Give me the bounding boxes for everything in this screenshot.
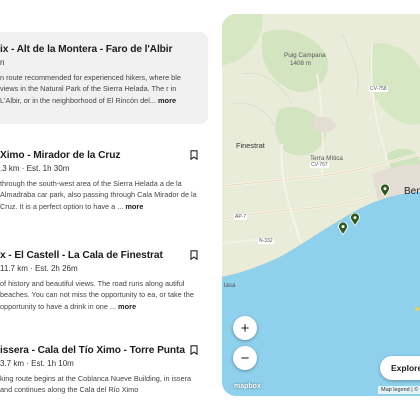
route-pin-icon[interactable] (338, 222, 348, 235)
map-label-n332: N-332 (258, 238, 274, 244)
zoom-out-button[interactable]: − (233, 346, 257, 370)
map-label-cv767: CV-767 (310, 162, 329, 168)
route-title[interactable]: ix - Alt de la Montera - Faro de l'Albir (0, 44, 198, 55)
route-pin-icon[interactable] (380, 184, 390, 197)
map-canvas[interactable] (222, 14, 420, 396)
route-description: n route recommended for experienced hike… (0, 72, 198, 106)
map-label-lasa: lasa (224, 282, 236, 289)
route-description-text: of history and beautiful views. The road… (0, 279, 194, 311)
route-title[interactable]: Ximo - Mirador de la Cruz (0, 150, 198, 161)
bookmark-icon[interactable] (190, 345, 198, 355)
map-label-finestrat: Finestrat (236, 141, 265, 150)
more-link[interactable]: more (118, 302, 136, 311)
more-link[interactable]: more (125, 202, 143, 211)
route-meta: .3 km · Est. 1h 30m (0, 164, 70, 173)
map-label-terra-mitica: Terra Mítica (310, 155, 343, 162)
map-label-benidorm: Ben (404, 186, 420, 197)
route-description-text: king route begins at the Coblanca Nueve … (0, 374, 192, 395)
route-card-3[interactable]: x - El Castell - La Cala de Finestrat 11… (0, 250, 208, 312)
route-card-1[interactable]: ix - Alt de la Montera - Faro de l'Albir… (0, 32, 208, 124)
route-meta: 3.7 km · Est. 1h 10m (0, 359, 74, 368)
zoom-in-button[interactable]: + (233, 316, 257, 340)
route-card-2[interactable]: Ximo - Mirador de la Cruz .3 km · Est. 1… (0, 150, 208, 212)
map-attribution[interactable]: Map legend | © Map (378, 386, 420, 394)
map-panel[interactable]: Puig Campana 1408 m Finestrat Terra Míti… (222, 14, 420, 396)
route-card-4[interactable]: issera - Cala del Tío Ximo - Torre Punta… (0, 345, 208, 396)
route-description: of history and beautiful views. The road… (0, 278, 198, 312)
bookmark-icon[interactable] (190, 250, 198, 260)
map-label-ap7: AP-7 (234, 214, 248, 220)
map-label-cv758: CV-758 (369, 86, 388, 92)
route-title[interactable]: x - El Castell - La Cala de Finestrat (0, 250, 198, 261)
route-description: king route begins at the Coblanca Nueve … (0, 373, 198, 396)
route-description-text: through the south-west area of the Sierr… (0, 179, 197, 211)
route-title[interactable]: issera - Cala del Tío Ximo - Torre Punta (0, 345, 198, 356)
map-label-puig-altitude: 1408 m (290, 60, 312, 67)
route-list: ix - Alt de la Montera - Faro de l'Albir… (0, 0, 212, 420)
mapbox-logo[interactable]: mapbox (234, 383, 261, 390)
route-meta: 11.7 km · Est. 2h 26m (0, 264, 78, 273)
map-label-puig-campana: Puig Campana (284, 52, 326, 59)
route-description: through the south-west area of the Sierr… (0, 178, 198, 212)
explore-button[interactable]: Explore (380, 356, 420, 380)
more-link[interactable]: more (158, 96, 176, 105)
bookmark-icon[interactable] (190, 150, 198, 160)
route-pin-icon[interactable] (350, 213, 360, 226)
route-meta: n (0, 58, 5, 67)
route-description-text: n route recommended for experienced hike… (0, 73, 181, 105)
